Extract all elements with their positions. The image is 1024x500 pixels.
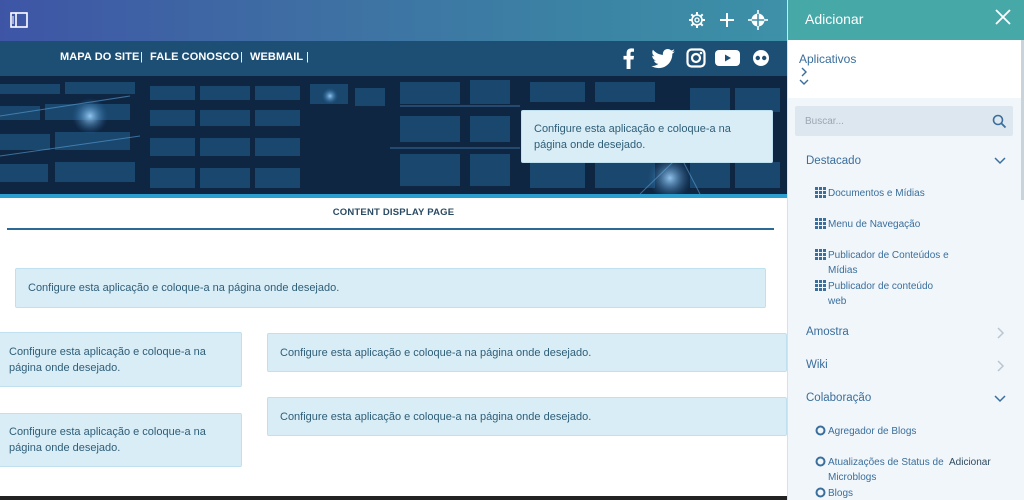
instagram-icon[interactable]: [686, 46, 706, 70]
twitter-icon[interactable]: [649, 46, 677, 70]
app-item-label: Documentos e Mídias: [828, 188, 925, 199]
app-item-label: Blogs: [828, 488, 854, 499]
config-message-line: página onde desejado.: [9, 442, 121, 454]
gear-icon[interactable]: [686, 9, 708, 31]
search-input[interactable]: [795, 106, 985, 136]
add-link[interactable]: Adicionar: [949, 457, 991, 468]
app-item-blogs-aggregator[interactable]: Agregador de Blogs: [815, 424, 1015, 440]
config-message-line: página onde desejado.: [534, 138, 646, 151]
grid-icon: [815, 249, 826, 260]
app-item-label: Atualizações de Status de Microblogs: [828, 457, 944, 483]
compass-icon[interactable]: [747, 9, 769, 31]
nav-separator: |: [306, 51, 309, 63]
bottom-edge: [0, 496, 787, 500]
grid-icon: [815, 187, 826, 198]
app-item-documents-media[interactable]: Documentos e Mídias: [815, 186, 1015, 202]
page: MAPA DO SITE | FALE CONOSCO | WEBMAIL |: [0, 0, 1024, 500]
widget-circle-icon: [815, 487, 826, 498]
config-message-text: Configure esta aplicação e coloque-a na …: [280, 346, 592, 359]
app-item-asset-publisher[interactable]: Publicador de Conteúdos e Mídias: [815, 248, 1015, 278]
chevron-down-icon[interactable]: [993, 154, 1007, 168]
banner-divider: [0, 194, 787, 198]
config-message-line: Configure esta aplicação e coloque-a na: [9, 345, 206, 358]
app-item-label: Publicador de conteúdo web: [828, 281, 934, 307]
category-collaboration[interactable]: Colaboração: [806, 392, 871, 404]
config-message-text: Configure esta aplicação e coloque-a na …: [28, 282, 340, 294]
nav-link-webmail[interactable]: WEBMAIL: [250, 51, 303, 63]
config-message-left-2: Configure esta aplicação e coloque-a na …: [0, 413, 242, 467]
chevron-down-icon[interactable]: [993, 392, 1007, 406]
nav-link-site-map[interactable]: MAPA DO SITE: [60, 51, 139, 63]
config-message-wide: Configure esta aplicação e coloque-a na …: [15, 268, 766, 308]
app-item-web-content-display[interactable]: Publicador de conteúdo web: [815, 279, 1015, 309]
app-item-blogs[interactable]: Blogs: [815, 486, 1015, 500]
title-underline: [7, 228, 774, 230]
widget-circle-icon: [815, 456, 826, 467]
close-icon[interactable]: [994, 8, 1012, 26]
banner-config-message: Configure esta aplicação e coloque-a na …: [521, 110, 773, 163]
chevron-right-icon[interactable]: [993, 326, 1007, 340]
widget-circle-icon: [815, 425, 826, 436]
grid-icon: [815, 218, 826, 229]
config-message-text: Configure esta aplicação e coloque-a na …: [280, 410, 592, 423]
site-nav-bar: MAPA DO SITE | FALE CONOSCO | WEBMAIL |: [0, 41, 787, 76]
sidebar-toggle-icon[interactable]: [8, 9, 30, 31]
config-message-left-1: Configure esta aplicação e coloque-a na …: [0, 332, 242, 387]
config-message-right-1: Configure esta aplicação e coloque-a na …: [267, 333, 787, 372]
panel-title: Adicionar: [805, 11, 864, 27]
applications-label[interactable]: Aplicativos: [799, 52, 856, 66]
chevron-right-icon[interactable]: [993, 359, 1007, 373]
app-item-label: Agregador de Blogs: [828, 426, 917, 437]
search-box: [795, 106, 1013, 136]
nav-separator: |: [140, 51, 143, 63]
add-panel-header: Adicionar: [788, 0, 1024, 40]
control-menu-bar: [0, 0, 787, 41]
category-sample[interactable]: Amostra: [806, 326, 849, 338]
flickr-icon[interactable]: [752, 46, 770, 70]
chevron-down-icon: [799, 79, 809, 85]
app-item-label: Publicador de Conteúdos e Mídias: [828, 250, 949, 276]
search-icon[interactable]: [992, 114, 1007, 129]
config-message-line: Configure esta aplicação e coloque-a na: [534, 122, 731, 135]
facebook-icon[interactable]: [620, 46, 638, 70]
page-title: CONTENT DISPLAY PAGE: [332, 207, 455, 218]
applications-section[interactable]: Aplicativos: [788, 40, 1021, 98]
chevron-right-icon: [801, 67, 807, 77]
grid-icon: [815, 280, 826, 291]
add-panel: Adicionar Aplicativos Destacado: [787, 0, 1024, 500]
plus-icon[interactable]: [716, 9, 738, 31]
category-featured[interactable]: Destacado: [806, 155, 861, 167]
nav-link-contact[interactable]: FALE CONOSCO: [150, 51, 239, 63]
config-message-line: Configure esta aplicação e coloque-a na: [9, 426, 206, 438]
app-item-label: Menu de Navegação: [828, 219, 921, 230]
nav-separator: |: [240, 51, 243, 63]
app-item-navigation-menu[interactable]: Menu de Navegação: [815, 217, 1015, 233]
category-wiki[interactable]: Wiki: [806, 359, 828, 371]
config-message-right-2: Configure esta aplicação e coloque-a na …: [267, 397, 787, 436]
config-message-line: página onde desejado.: [9, 361, 121, 374]
youtube-icon[interactable]: [714, 46, 741, 70]
